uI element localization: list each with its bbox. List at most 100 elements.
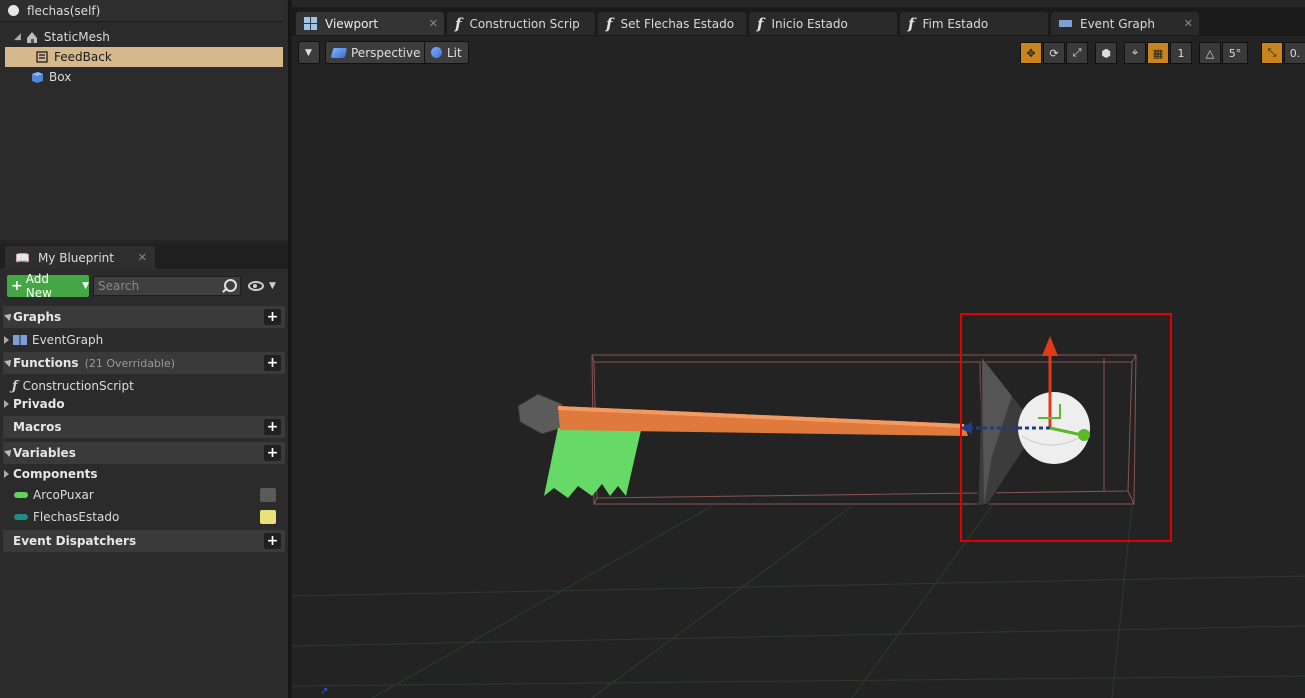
function-icon: f <box>757 14 764 33</box>
my-blueprint-panel: 📖 My Blueprint ✕ + Add New ▼ ▼ Graphs + <box>0 244 288 698</box>
translate-mode-icon[interactable]: ✥ <box>1020 42 1042 64</box>
visibility-closed-icon[interactable] <box>260 488 276 502</box>
component-staticmesh[interactable]: ◢ StaticMesh <box>14 27 110 47</box>
viewport-scene[interactable]: ↗ <box>292 36 1305 698</box>
gizmo-y-handle[interactable] <box>1078 429 1090 441</box>
component-feedback[interactable]: FeedBack <box>5 47 283 67</box>
rotate-mode-icon[interactable]: ⟳ <box>1043 42 1065 64</box>
list-item-eventgraph[interactable]: EventGraph <box>4 330 103 350</box>
section-functions[interactable]: Functions (21 Overridable) + <box>3 352 285 374</box>
section-label: Variables <box>13 446 76 460</box>
expand-icon[interactable] <box>4 470 9 478</box>
scale-mode-icon[interactable]: ⤢ <box>1066 42 1088 64</box>
chevron-down-icon: ▼ <box>305 47 312 58</box>
tab-label: Event Graph <box>1080 16 1155 31</box>
tab-label: Construction Scrip <box>469 16 580 31</box>
search-icon[interactable] <box>224 279 237 292</box>
component-label: Box <box>49 70 72 84</box>
item-label: ArcoPuxar <box>33 488 94 502</box>
item-label: Components <box>13 467 98 481</box>
lit-button[interactable]: Lit <box>424 41 469 64</box>
tab-set-flechas-estado[interactable]: f Set Flechas Estado <box>598 12 746 35</box>
my-blueprint-tabrow: 📖 My Blueprint ✕ <box>0 244 288 269</box>
section-event-dispatchers[interactable]: Event Dispatchers + <box>3 530 285 552</box>
widget-component-icon <box>35 50 49 64</box>
section-label: Graphs <box>13 310 62 324</box>
tab-label: Viewport <box>325 16 379 31</box>
variable-type-icon <box>14 514 28 520</box>
arrow-fletching <box>544 426 642 498</box>
axis-indicator: ↗ <box>320 686 328 697</box>
tab-label: Fim Estado <box>922 16 989 31</box>
scale-snap-value[interactable]: 0. <box>1284 42 1305 64</box>
viewport-toolbar: ▼ Perspective Lit ✥ ⟳ ⤢ ⬢ ⌖ ▦ 1 △ 5° ⤡ 0… <box>292 36 1305 70</box>
components-tree: flechas(self) ◢ StaticMesh FeedBack Box <box>0 0 288 240</box>
tab-my-blueprint[interactable]: 📖 My Blueprint ✕ <box>5 246 155 269</box>
component-box[interactable]: Box <box>30 67 71 87</box>
variable-arcopuxar[interactable]: ArcoPuxar <box>14 485 282 505</box>
component-self-label: flechas(self) <box>27 3 101 18</box>
menu-strip <box>292 0 1305 7</box>
arrow-tail <box>517 393 563 435</box>
component-label: FeedBack <box>54 50 112 64</box>
list-item-privado[interactable]: Privado <box>4 394 65 414</box>
close-icon[interactable]: ✕ <box>1184 17 1193 30</box>
expand-icon[interactable] <box>4 400 9 408</box>
floor-grid <box>292 505 1305 698</box>
gizmo-z-arrow[interactable] <box>1042 336 1058 356</box>
perspective-cube-icon <box>330 47 348 58</box>
close-icon[interactable]: ✕ <box>429 17 438 30</box>
component-self[interactable]: flechas(self) <box>0 0 283 22</box>
perspective-button[interactable]: Perspective <box>325 41 428 64</box>
lit-label: Lit <box>447 45 462 60</box>
add-new-button[interactable]: + Add New ▼ <box>7 272 89 300</box>
tab-construction-script[interactable]: f Construction Scrip <box>447 12 595 35</box>
chevron-down-icon: ▼ <box>269 281 276 291</box>
expand-icon[interactable] <box>4 336 9 344</box>
tab-viewport[interactable]: Viewport ✕ <box>296 12 444 35</box>
collapse-icon[interactable]: ◢ <box>14 32 21 42</box>
section-macros[interactable]: Macros + <box>3 416 285 438</box>
rotation-snap-value[interactable]: 5° <box>1222 42 1248 64</box>
add-new-label: Add New <box>25 272 52 300</box>
viewport-grid-icon <box>304 17 317 30</box>
self-icon <box>8 5 19 16</box>
add-graph-button[interactable]: + <box>264 309 281 325</box>
static-mesh-icon <box>25 30 39 44</box>
tab-event-graph[interactable]: Event Graph ✕ <box>1051 12 1199 35</box>
section-graphs[interactable]: Graphs + <box>3 306 285 328</box>
chevron-down-icon: ▼ <box>82 281 89 291</box>
item-label: Privado <box>13 397 65 411</box>
item-label: ConstructionScript <box>22 379 134 393</box>
event-graph-icon <box>1059 17 1072 30</box>
world-local-icon[interactable]: ⬢ <box>1095 42 1117 64</box>
function-icon: f <box>606 14 613 33</box>
viewport-options-button[interactable]: ▼ <box>298 41 320 64</box>
grid-snap-value[interactable]: 1 <box>1170 42 1192 64</box>
section-label: Event Dispatchers <box>13 534 137 548</box>
eye-icon[interactable] <box>260 510 276 524</box>
grid-snap-icon[interactable]: ▦ <box>1147 42 1169 64</box>
view-options-button[interactable]: ▼ <box>248 278 278 294</box>
close-icon[interactable]: ✕ <box>138 251 147 264</box>
tab-label: My Blueprint <box>37 250 114 265</box>
tab-fim-estado[interactable]: f Fim Estado <box>900 12 1048 35</box>
section-variables[interactable]: Variables + <box>3 442 285 464</box>
add-variable-button[interactable]: + <box>264 445 281 461</box>
add-dispatcher-button[interactable]: + <box>264 533 281 549</box>
tab-inicio-estado[interactable]: f Inicio Estado <box>749 12 897 35</box>
add-function-button[interactable]: + <box>264 355 281 371</box>
rotation-snap-icon[interactable]: △ <box>1199 42 1221 64</box>
list-item-constructionscript[interactable]: ƒ ConstructionScript <box>12 376 134 396</box>
tab-label: Inicio Estado <box>771 16 848 31</box>
viewport[interactable]: ↗ ▼ Perspective Lit ✥ ⟳ ⤢ ⬢ ⌖ ▦ 1 △ 5° ⤡… <box>292 36 1305 698</box>
surface-snap-icon[interactable]: ⌖ <box>1124 42 1146 64</box>
list-item-components-group[interactable]: Components <box>4 464 98 484</box>
my-blueprint-toolbar: + Add New ▼ ▼ <box>0 272 288 300</box>
scale-snap-icon[interactable]: ⤡ <box>1261 42 1283 64</box>
variable-flechasestado[interactable]: FlechasEstado <box>14 507 282 527</box>
section-label: Functions <box>13 356 79 370</box>
component-label: StaticMesh <box>43 30 110 44</box>
add-macro-button[interactable]: + <box>264 419 281 435</box>
search-input[interactable] <box>93 276 241 296</box>
